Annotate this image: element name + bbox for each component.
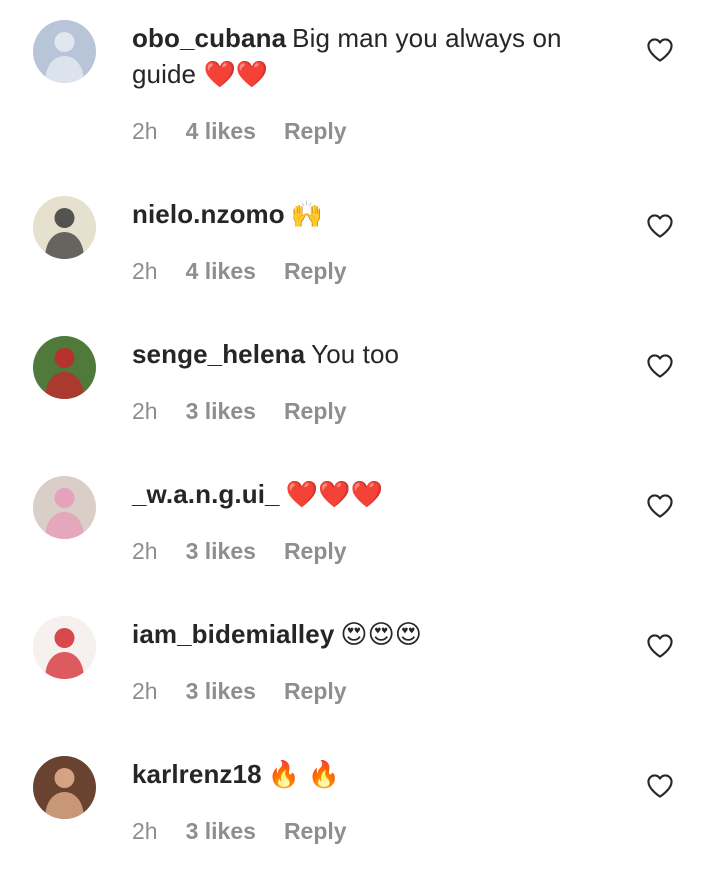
reply-button[interactable]: Reply (284, 398, 347, 425)
comment-text: iam_bidemialley 😍😍😍 (132, 616, 602, 652)
timestamp: 2h (132, 678, 158, 704)
heart-outline-icon (647, 214, 673, 238)
comment-message: You too (311, 339, 400, 369)
avatar-image (33, 476, 96, 539)
like-comment-button[interactable] (646, 633, 674, 659)
comment-text: obo_cubana Big man you always on guide ❤️… (132, 20, 602, 92)
like-comment-button[interactable] (646, 37, 674, 63)
username-link[interactable]: senge_helena (132, 339, 305, 369)
timestamp: 2h (132, 258, 158, 284)
timestamp: 2h (132, 818, 158, 844)
avatar-image (33, 756, 96, 819)
avatar-image (33, 336, 96, 399)
heart-outline-icon (647, 774, 673, 798)
like-comment-button[interactable] (646, 213, 674, 239)
reply-button[interactable]: Reply (284, 538, 347, 565)
comment-message: 🔥 🔥 (267, 759, 340, 789)
username-link[interactable]: karlrenz18 (132, 759, 262, 789)
heart-outline-icon (647, 634, 673, 658)
comment-meta: 2h 3 likes Reply (132, 678, 375, 705)
likes-count-link[interactable]: 3 likes (186, 538, 256, 565)
comment-message: 🙌 (290, 199, 324, 229)
avatar[interactable] (33, 756, 96, 819)
heart-outline-icon (647, 494, 673, 518)
username-link[interactable]: _w.a.n.g.ui_ (132, 479, 280, 509)
avatar-image (33, 20, 96, 83)
likes-count-link[interactable]: 3 likes (186, 678, 256, 705)
comment-meta: 2h 3 likes Reply (132, 818, 375, 845)
username-link[interactable]: iam_bidemialley (132, 619, 334, 649)
heart-outline-icon (647, 38, 673, 62)
reply-button[interactable]: Reply (284, 118, 347, 145)
reply-button[interactable]: Reply (284, 258, 347, 285)
avatar[interactable] (33, 616, 96, 679)
comment-text: senge_helena You too (132, 336, 602, 372)
likes-count-link[interactable]: 4 likes (186, 258, 256, 285)
avatar[interactable] (33, 196, 96, 259)
reply-button[interactable]: Reply (284, 678, 347, 705)
comment-meta: 2h 3 likes Reply (132, 398, 375, 425)
timestamp: 2h (132, 538, 158, 564)
like-comment-button[interactable] (646, 353, 674, 379)
avatar[interactable] (33, 20, 96, 83)
avatar-image (33, 196, 96, 259)
avatar[interactable] (33, 336, 96, 399)
avatar-image (33, 616, 96, 679)
like-comment-button[interactable] (646, 773, 674, 799)
username-link[interactable]: nielo.nzomo (132, 199, 285, 229)
timestamp: 2h (132, 398, 158, 424)
comment-meta: 2h 4 likes Reply (132, 118, 375, 145)
avatar[interactable] (33, 476, 96, 539)
comment-meta: 2h 3 likes Reply (132, 538, 375, 565)
comment-text: _w.a.n.g.ui_ ❤️❤️❤️ (132, 476, 602, 512)
comment-meta: 2h 4 likes Reply (132, 258, 375, 285)
likes-count-link[interactable]: 3 likes (186, 398, 256, 425)
comment-text: karlrenz18 🔥 🔥 (132, 756, 602, 792)
likes-count-link[interactable]: 3 likes (186, 818, 256, 845)
like-comment-button[interactable] (646, 493, 674, 519)
timestamp: 2h (132, 118, 158, 144)
comment-message: 😍😍😍 (340, 619, 423, 649)
comments-list: obo_cubana Big man you always on guide ❤️… (0, 0, 720, 875)
likes-count-link[interactable]: 4 likes (186, 118, 256, 145)
reply-button[interactable]: Reply (284, 818, 347, 845)
comment-text: nielo.nzomo 🙌 (132, 196, 602, 232)
heart-outline-icon (647, 354, 673, 378)
comment-message: ❤️❤️❤️ (285, 479, 384, 509)
username-link[interactable]: obo_cubana (132, 23, 286, 53)
